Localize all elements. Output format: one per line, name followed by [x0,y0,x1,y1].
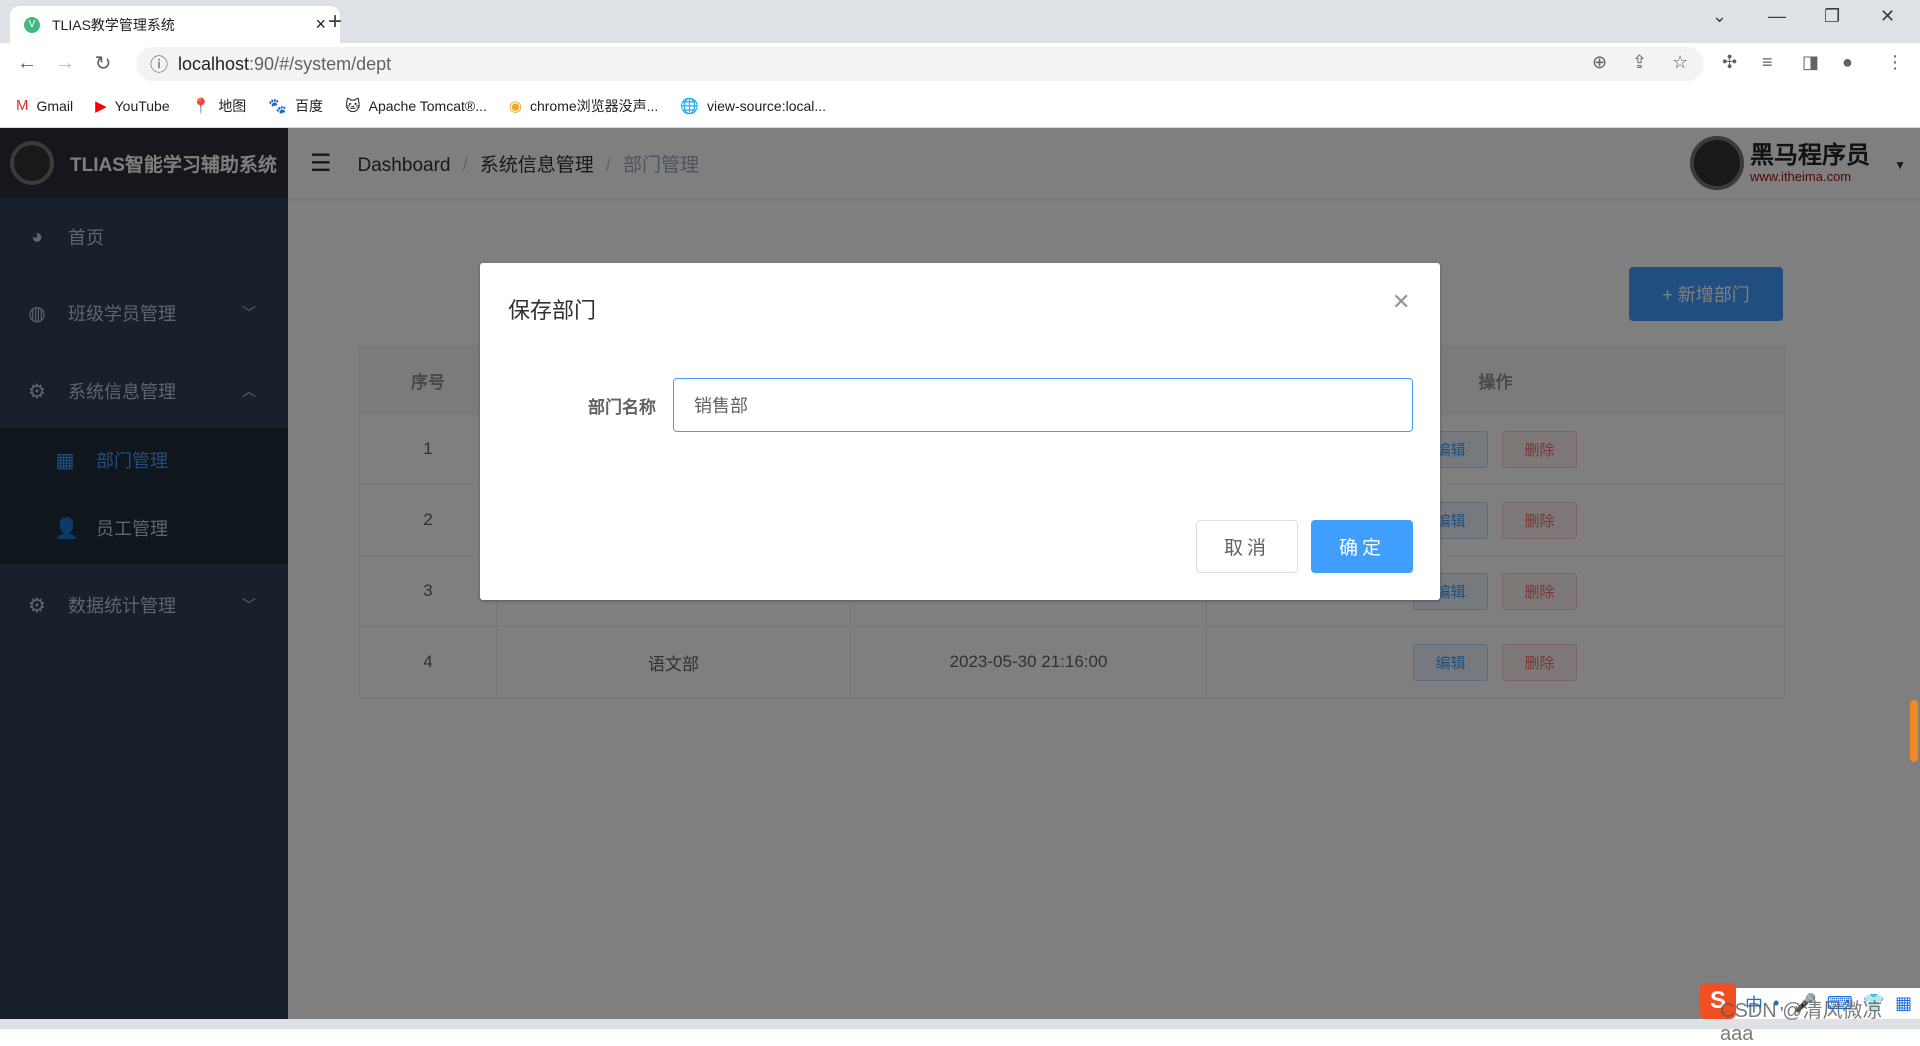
dept-name-label: 部门名称 [588,398,656,417]
close-window-icon[interactable]: ✕ [1880,6,1895,27]
info-icon: ⓘ [150,55,168,75]
save-dept-dialog: 保存部门 ✕ 部门名称 取消 确定 [480,263,1440,600]
minimize-icon[interactable]: — [1768,6,1786,27]
tab-search-icon[interactable]: ⌄ [1712,6,1727,27]
forward-icon[interactable]: → [46,52,84,75]
profile-icon[interactable]: ● [1842,52,1853,73]
bookmark-chrome-sound[interactable]: ◉ chrome浏览器没声... [509,96,658,116]
cancel-button[interactable]: 取消 [1196,520,1298,573]
bookmark-youtube[interactable]: ▶ YouTube [95,97,170,115]
tomcat-icon: 🐱 [345,97,361,115]
close-icon[interactable]: ✕ [1392,289,1410,315]
zoom-icon[interactable]: ⊕ [1592,52,1607,73]
dept-name-input[interactable] [673,378,1413,432]
vue-favicon-icon: V [24,16,40,33]
youtube-icon: ▶ [95,97,107,115]
taskbar [0,1019,1920,1029]
tab-title: TLIAS教学管理系统 [52,16,175,33]
watermark: CSDN @清风微凉 aaa [1720,1000,1883,1045]
bookmark-maps[interactable]: 📍 地图 [192,96,247,116]
browser-tab-bar: V TLIAS教学管理系统 × + ⌄ — ❐ ✕ [0,0,1920,43]
maps-icon: 📍 [191,97,211,115]
bookmark-view-source[interactable]: 🌐 view-source:local... [680,97,826,115]
reload-icon[interactable]: ↻ [84,51,122,76]
bookmarks-bar: M Gmail ▶ YouTube 📍 地图 🐾 百度 🐱 Apache Tomcat®.… [0,84,1920,128]
side-panel-icon[interactable]: ◨ [1802,52,1819,73]
new-tab-icon[interactable]: + [328,8,342,36]
baidu-icon: 🐾 [268,97,287,115]
bookmark-star-icon[interactable]: ☆ [1672,52,1688,73]
bookmark-tomcat[interactable]: 🐱 Apache Tomcat®... [345,97,487,115]
menu-icon[interactable]: ⋮ [1886,52,1904,73]
dialog-title: 保存部门 [508,298,597,323]
back-icon[interactable]: ← [8,52,46,75]
bookmark-baidu[interactable]: 🐾 百度 [268,96,323,116]
scrollbar-thumb[interactable] [1910,700,1918,762]
bookmark-gmail[interactable]: M Gmail [16,97,73,114]
share-icon[interactable]: ⇪ [1632,52,1647,73]
browser-tab[interactable]: V TLIAS教学管理系统 × [10,6,340,43]
address-bar[interactable]: ⓘ localhost:90/#/system/dept [136,47,1704,81]
media-icon[interactable]: ≡ [1762,52,1773,73]
globe-icon: 🌐 [680,97,700,115]
close-tab-icon[interactable]: × [315,14,326,35]
extensions-icon[interactable]: ✣ [1722,52,1737,73]
gmail-icon: M [16,97,29,114]
chrome-ext-icon: ◉ [508,97,522,115]
confirm-button[interactable]: 确定 [1311,520,1413,573]
restore-icon[interactable]: ❐ [1824,6,1840,27]
